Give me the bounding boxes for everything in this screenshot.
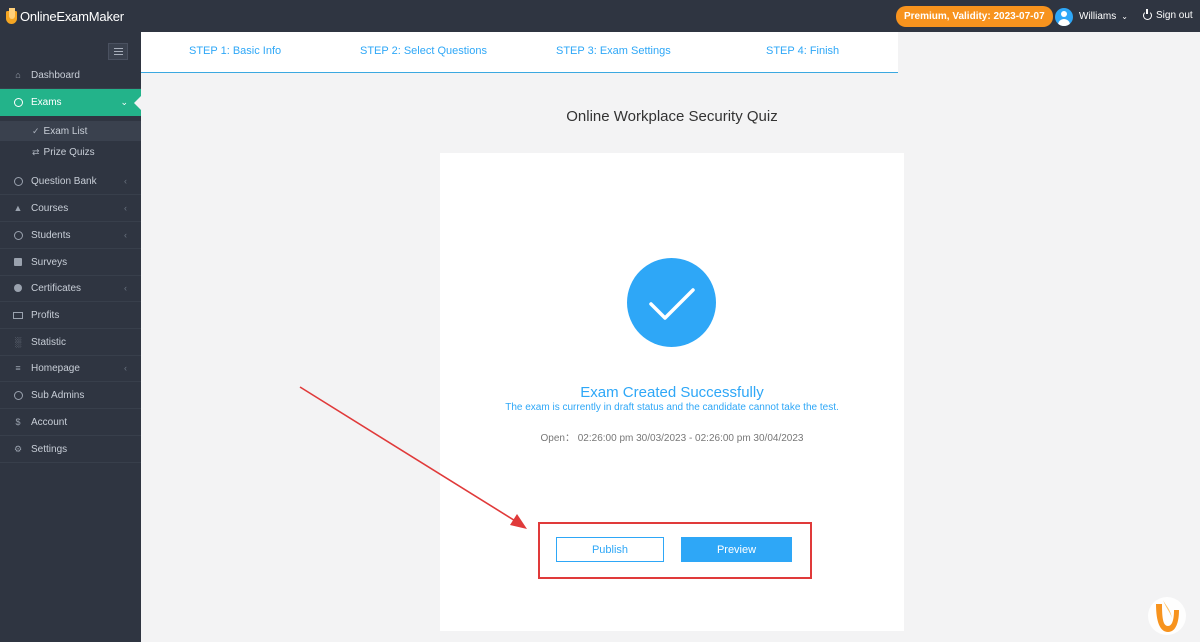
sidebar-item-label: Settings bbox=[31, 443, 68, 455]
tab-step-1[interactable]: STEP 1: Basic Info bbox=[189, 45, 281, 57]
chevron-left-icon: ‹ bbox=[124, 203, 127, 213]
sidebar-item-exams[interactable]: Exams ⌄ bbox=[0, 89, 141, 116]
sidebar-item-settings[interactable]: ⚙ Settings bbox=[0, 436, 141, 463]
step-tabs: STEP 1: Basic Info STEP 2: Select Questi… bbox=[141, 32, 898, 73]
sidebar-item-label: Surveys bbox=[31, 256, 68, 268]
highlight-box: Publish Preview bbox=[538, 522, 812, 579]
chevron-down-icon: ⌄ bbox=[1121, 12, 1128, 21]
page-title: Online Workplace Security Quiz bbox=[566, 108, 778, 125]
tree-icon: ≡ bbox=[15, 363, 21, 373]
open-date-range: Open： 02:26:00 pm 30/03/2023 - 02:26:00 … bbox=[540, 433, 804, 444]
bar-chart-icon: ░ bbox=[14, 337, 22, 347]
check-circle-icon bbox=[13, 97, 23, 107]
sidebar-item-homepage[interactable]: ≡ Homepage ‹ bbox=[0, 355, 141, 382]
success-title: Exam Created Successfully bbox=[580, 384, 764, 401]
sidebar-item-profits[interactable]: Profits bbox=[0, 302, 141, 329]
checkbox-icon bbox=[13, 257, 23, 267]
sidebar-item-dashboard[interactable]: ⌂ Dashboard bbox=[0, 62, 141, 89]
home-icon: ⌂ bbox=[15, 70, 21, 80]
sidebar: ⌂ Dashboard Exams ⌄ ✓ Exam List ⇄ Prize … bbox=[0, 32, 141, 642]
graduation-cap-icon: ▲ bbox=[13, 203, 23, 213]
users-icon bbox=[13, 230, 23, 240]
success-message: The exam is currently in draft status an… bbox=[505, 402, 839, 413]
user-name: Williams bbox=[1079, 11, 1117, 22]
chevron-left-icon: ‹ bbox=[124, 363, 127, 373]
sidebar-item-label: Sub Admins bbox=[31, 389, 85, 401]
sidebar-item-statistic[interactable]: ░ Statistic bbox=[0, 329, 141, 356]
menu-toggle-button[interactable] bbox=[108, 43, 128, 60]
brand-badge-icon[interactable] bbox=[1146, 592, 1188, 636]
sidebar-item-sub-admins[interactable]: Sub Admins bbox=[0, 382, 141, 409]
sidebar-item-question-bank[interactable]: Question Bank ‹ bbox=[0, 168, 141, 195]
sidebar-item-label: Account bbox=[31, 416, 68, 428]
gear-icon: ⚙ bbox=[13, 443, 23, 454]
hamburger-line bbox=[114, 51, 123, 52]
sidebar-subitem-label: Exam List bbox=[43, 125, 88, 137]
chevron-down-icon: ⌄ bbox=[120, 96, 128, 107]
gear-icon bbox=[13, 283, 23, 293]
dollar-icon: $ bbox=[15, 417, 21, 427]
sidebar-subitem-prize-quizs[interactable]: ⇄ Prize Quizs bbox=[0, 142, 141, 162]
chevron-left-icon: ‹ bbox=[124, 230, 127, 240]
check-circle-icon: ✓ bbox=[32, 125, 40, 136]
sidebar-item-label: Homepage bbox=[31, 362, 80, 374]
tab-step-2[interactable]: STEP 2: Select Questions bbox=[360, 45, 487, 57]
active-indicator bbox=[134, 96, 141, 110]
sidebar-item-label: Certificates bbox=[31, 282, 82, 294]
sidebar-item-label: Question Bank bbox=[31, 175, 97, 187]
top-bar: OnlineExamMaker Premium, Validity: 2023-… bbox=[0, 0, 1200, 32]
success-check-icon bbox=[627, 258, 716, 347]
sidebar-item-certificates[interactable]: Certificates ‹ bbox=[0, 275, 141, 302]
sidebar-item-label: Students bbox=[31, 229, 71, 241]
avatar bbox=[1055, 7, 1073, 26]
sidebar-subitem-exam-list[interactable]: ✓ Exam List bbox=[0, 121, 141, 141]
tab-step-4[interactable]: STEP 4: Finish bbox=[766, 45, 839, 57]
power-icon bbox=[1143, 9, 1152, 20]
preview-button[interactable]: Preview bbox=[681, 537, 792, 562]
user-menu[interactable]: Williams ⌄ bbox=[1055, 7, 1128, 26]
logo-text: OnlineExamMaker bbox=[20, 8, 124, 24]
sidebar-item-label: Dashboard bbox=[31, 69, 80, 81]
chevron-left-icon: ‹ bbox=[124, 283, 127, 293]
hamburger-line bbox=[114, 48, 123, 49]
result-card: Exam Created Successfully The exam is cu… bbox=[440, 153, 904, 631]
tab-step-3[interactable]: STEP 3: Exam Settings bbox=[556, 45, 671, 57]
sidebar-subitem-label: Prize Quizs bbox=[43, 146, 95, 158]
publish-button[interactable]: Publish bbox=[556, 537, 664, 562]
sign-out-button[interactable]: Sign out bbox=[1143, 9, 1193, 21]
sign-out-label: Sign out bbox=[1156, 10, 1193, 21]
sidebar-item-surveys[interactable]: Surveys bbox=[0, 249, 141, 276]
premium-badge[interactable]: Premium, Validity: 2023-07-07 bbox=[896, 6, 1053, 27]
shuffle-icon: ⇄ bbox=[32, 146, 40, 157]
chevron-left-icon: ‹ bbox=[124, 176, 127, 186]
hamburger-line bbox=[114, 54, 123, 55]
sidebar-item-label: Profits bbox=[31, 309, 60, 321]
sidebar-item-label: Courses bbox=[31, 202, 69, 214]
sidebar-item-label: Exams bbox=[31, 96, 62, 108]
credit-card-icon bbox=[13, 310, 23, 320]
sidebar-item-account[interactable]: $ Account bbox=[0, 409, 141, 436]
app-logo[interactable]: OnlineExamMaker bbox=[6, 6, 124, 26]
question-icon bbox=[13, 176, 23, 186]
sidebar-item-courses[interactable]: ▲ Courses ‹ bbox=[0, 195, 141, 222]
sidebar-item-label: Statistic bbox=[31, 336, 67, 348]
sidebar-item-students[interactable]: Students ‹ bbox=[0, 222, 141, 249]
logo-icon bbox=[6, 7, 18, 25]
question-icon bbox=[13, 390, 23, 400]
